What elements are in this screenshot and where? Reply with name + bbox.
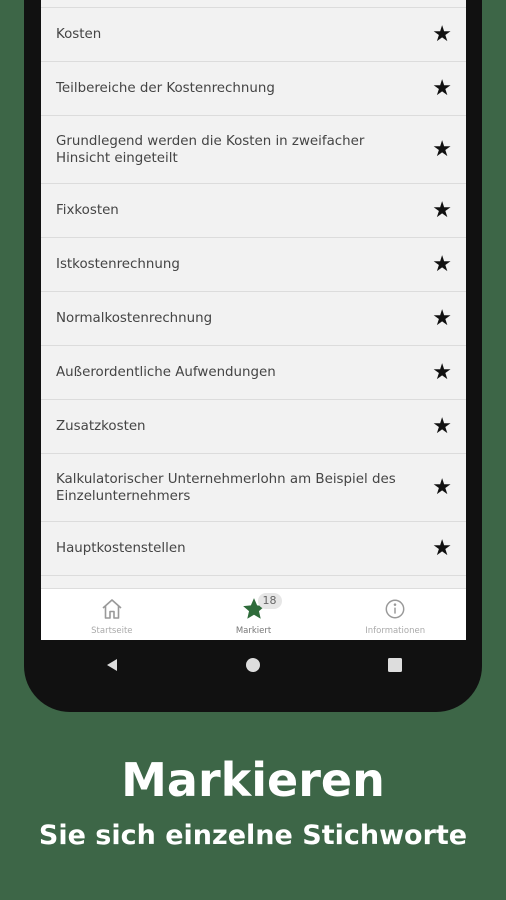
nav-item-markiert[interactable]: 18 Markiert: [183, 589, 325, 640]
list-item-label: Zusatzkosten: [56, 419, 146, 434]
bottom-navigation: Startseite 18 Markiert Informationen: [41, 588, 466, 640]
back-icon[interactable]: [92, 645, 132, 685]
star-icon[interactable]: ★: [432, 77, 452, 100]
list-item-label: Istkostenrechnung: [56, 257, 180, 272]
list-item-label: Normalkostenrechnung: [56, 311, 213, 326]
list-item[interactable]: Außerordentliche Aufwendungen ★: [41, 346, 466, 400]
count-badge: 18: [257, 593, 282, 609]
promo-headline: Markieren: [121, 753, 385, 807]
star-icon[interactable]: ★: [432, 23, 452, 46]
list-item[interactable]: Normalkostenrechnung ★: [41, 292, 466, 346]
star-icon[interactable]: ★: [432, 138, 452, 161]
list-item[interactable]: Hauptkostenstellen ★: [41, 522, 466, 576]
keyword-list: Kosten ★ Teilbereiche der Kostenrechnung…: [41, 0, 466, 616]
star-icon[interactable]: ★: [432, 476, 452, 499]
star-icon[interactable]: ★: [432, 199, 452, 222]
list-item-label: Teilbereiche der Kostenrechnung: [56, 81, 275, 96]
home-circle-icon[interactable]: [233, 645, 273, 685]
list-item[interactable]: Fixkosten ★: [41, 184, 466, 238]
list-item-label: Grundlegend werden die Kosten in zweifac…: [56, 133, 365, 166]
home-icon: [98, 595, 126, 623]
list-item-label: Hauptkostenstellen: [56, 541, 186, 556]
system-navigation-bar: [41, 645, 466, 685]
app-screen: Kosten ★ Teilbereiche der Kostenrechnung…: [41, 0, 466, 640]
star-icon[interactable]: ★: [432, 307, 452, 330]
list-item[interactable]: Istkostenrechnung ★: [41, 238, 466, 292]
nav-label: Informationen: [365, 626, 426, 636]
nav-item-informationen[interactable]: Informationen: [324, 589, 466, 640]
list-top-edge: [41, 0, 466, 8]
list-item[interactable]: Kosten ★: [41, 8, 466, 62]
list-item-label: Fixkosten: [56, 203, 119, 218]
list-item-label: Kosten: [56, 27, 102, 42]
star-icon[interactable]: ★: [432, 253, 452, 276]
list-item[interactable]: Kalkulatorischer Unternehmerlohn am Beis…: [41, 454, 466, 522]
star-icon[interactable]: ★: [432, 415, 452, 438]
nav-label: Startseite: [91, 626, 133, 636]
list-item[interactable]: Grundlegend werden die Kosten in zweifac…: [41, 116, 466, 184]
star-icon[interactable]: ★: [432, 361, 452, 384]
nav-item-startseite[interactable]: Startseite: [41, 589, 183, 640]
list-item-label: Kalkulatorischer Unternehmerlohn am Beis…: [56, 471, 396, 504]
star-icon[interactable]: ★: [432, 537, 452, 560]
list-item-label: Außerordentliche Aufwendungen: [56, 365, 276, 380]
promo-subline: Sie sich einzelne Stichworte: [38, 820, 468, 851]
recents-icon[interactable]: [375, 645, 415, 685]
list-item[interactable]: Zusatzkosten ★: [41, 400, 466, 454]
info-icon: [381, 595, 409, 623]
nav-label: Markiert: [235, 626, 272, 636]
list-item[interactable]: Teilbereiche der Kostenrechnung ★: [41, 62, 466, 116]
